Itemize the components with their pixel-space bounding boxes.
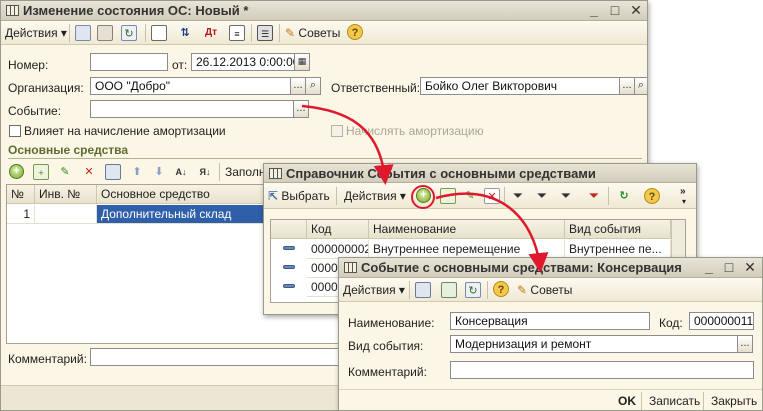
arrow-to-event [435,192,549,273]
arrow-to-catalog [301,104,394,185]
highlight-circle [411,185,435,209]
annotation-arrows [301,104,549,273]
